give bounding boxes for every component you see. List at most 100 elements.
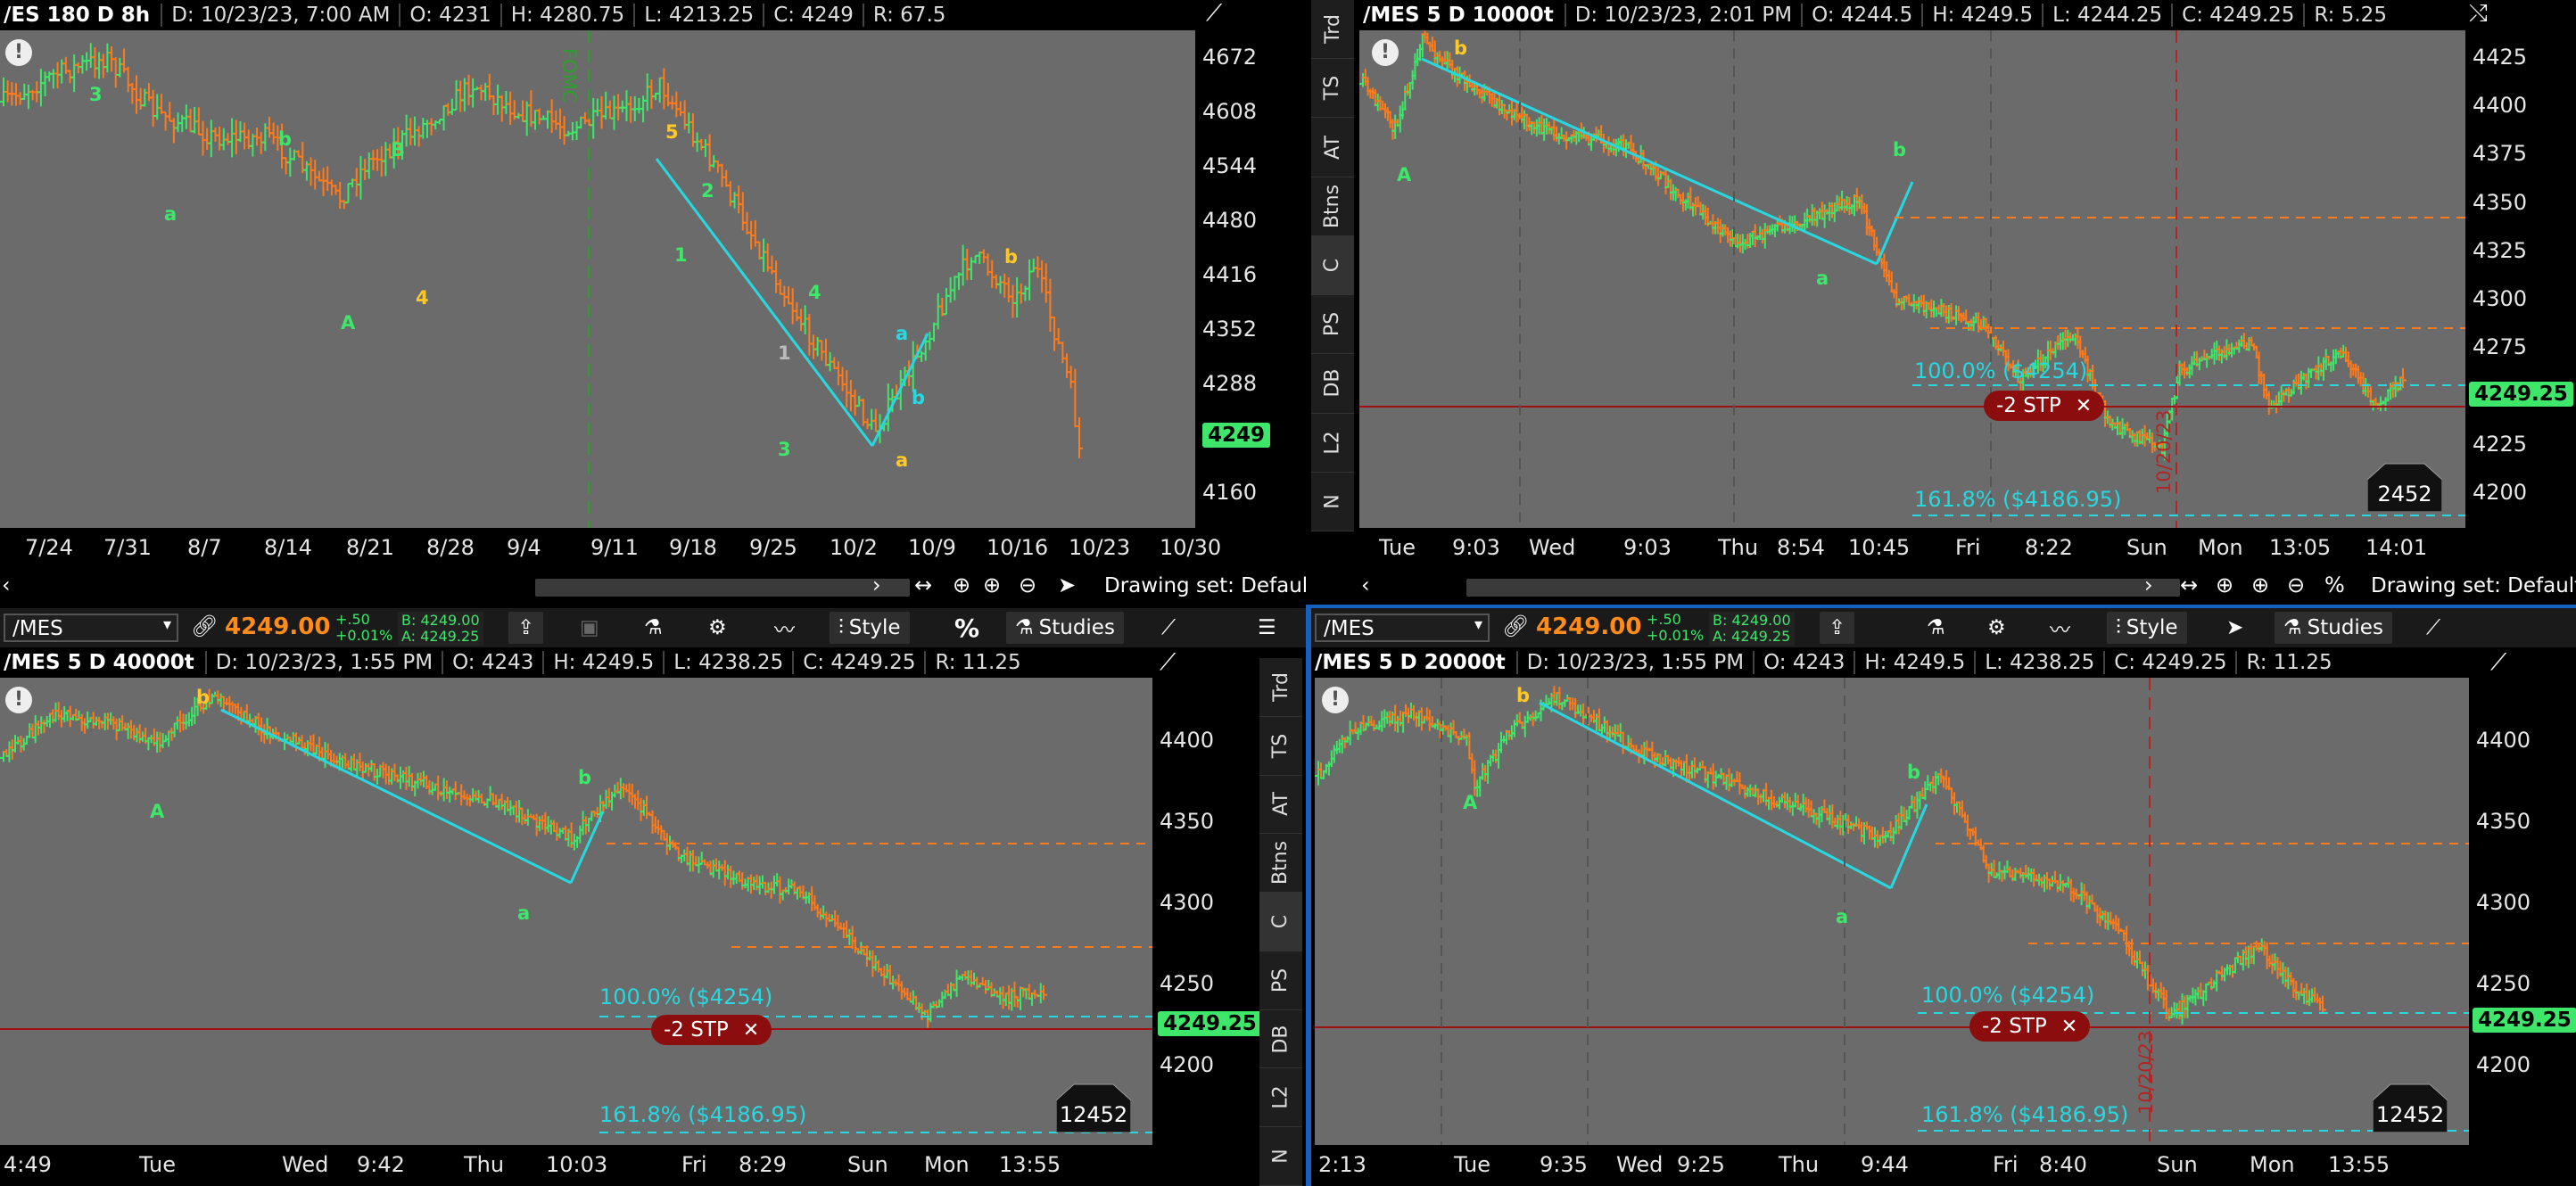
side-tab-l2[interactable]: L2: [1311, 414, 1354, 473]
percent-icon[interactable]: %: [2324, 572, 2345, 597]
scroll-thumb[interactable]: [535, 579, 910, 597]
close-icon[interactable]: ✕: [743, 1019, 759, 1042]
side-tab-ps[interactable]: PS: [1259, 951, 1302, 1010]
side-tab-btns[interactable]: Btns: [1311, 177, 1354, 236]
side-tab-n[interactable]: N: [1311, 473, 1354, 531]
zoom-out-icon[interactable]: ⊖: [1019, 572, 1036, 597]
side-tab-ps[interactable]: PS: [1311, 295, 1354, 355]
style-button[interactable]: ⫶ Style: [830, 612, 910, 644]
price-plot[interactable]: ! 3 a b B A 4 5 2 1 4 1 3 a a b b FOMC: [0, 30, 1195, 528]
style-button[interactable]: ⫶ Style: [2107, 612, 2187, 644]
price-plot[interactable]: ! bAba 100.0% ($4254) 161.8% ($4186.95) …: [0, 678, 1152, 1145]
scroll-left-icon[interactable]: ‹: [1361, 572, 1370, 597]
chevron-down-icon[interactable]: ▾: [1474, 615, 1482, 634]
side-tab-trd[interactable]: Trd: [1259, 658, 1302, 717]
scroll-left-icon[interactable]: ‹: [2, 572, 11, 597]
price-plot[interactable]: ! bAba 100.0% ($4254) 161.8% ($4186.95) …: [1315, 678, 2469, 1145]
close-icon[interactable]: ✕: [2061, 1016, 2077, 1038]
share-button[interactable]: ⇪: [1820, 612, 1855, 644]
scroll-thumb[interactable]: [1466, 579, 2180, 597]
crosshair-icon[interactable]: ⊕: [953, 572, 970, 597]
zoom-in-icon[interactable]: ⊕: [983, 572, 1001, 597]
price-axis[interactable]: 4400 4350 4300 4250 4200: [2469, 678, 2576, 1145]
cursor-icon: ➤: [2226, 616, 2244, 639]
time-tick: 8/21: [346, 535, 394, 560]
time-axis[interactable]: 4:49 Tue Wed 9:42 Thu 10:03 Fri 8:29 Sun Mon 13:55: [0, 1145, 1252, 1186]
alert-icon[interactable]: !: [1322, 687, 1349, 713]
price-axis[interactable]: 4425440043754350432543004275425042254200: [2465, 30, 2576, 528]
link-icon[interactable]: 🔗︎: [191, 614, 218, 638]
cursor-button[interactable]: ➤: [2217, 612, 2252, 644]
side-tab-ts[interactable]: TS: [1259, 717, 1302, 776]
expand-time-icon[interactable]: ↔: [2180, 572, 2198, 597]
flask-button[interactable]: ⚗: [635, 612, 672, 644]
symbol-selector[interactable]: /MES ▾: [4, 614, 178, 642]
side-tab-n[interactable]: N: [1259, 1127, 1302, 1186]
price-plot[interactable]: ! bAba 100.0% ($4254) 161.8% ($4186.95) …: [1359, 30, 2465, 528]
magnet-icon[interactable]: ⤭: [2469, 0, 2488, 28]
time-axis[interactable]: Tue 9:03 Wed 9:03 Thu 8:54 10:45 Fri 8:22 Sun Mon 1…: [1359, 528, 2465, 572]
drawing-tool-icon[interactable]: ⟋: [1160, 649, 1176, 677]
drawings-button[interactable]: ⟋: [2417, 612, 2449, 644]
drawing-tool-icon[interactable]: ⟋: [2490, 649, 2506, 677]
scroll-right-icon[interactable]: ›: [2144, 572, 2153, 597]
screenshot-button[interactable]: ▣: [571, 612, 608, 644]
side-tab-label: N: [1321, 494, 1344, 509]
side-tab-c[interactable]: C: [1259, 893, 1302, 951]
chart-symbol: /MES 5 D 40000t: [4, 651, 194, 674]
cursor-icon[interactable]: ➤: [1058, 572, 1076, 597]
share-button[interactable]: ⇪: [508, 612, 544, 644]
wave-button[interactable]: 〰: [765, 612, 804, 644]
drawings-button[interactable]: ⟋: [1152, 612, 1185, 644]
price-axis[interactable]: 467246084544448044164352428842244160: [1195, 30, 1306, 528]
settings-button[interactable]: ⚙: [699, 612, 736, 644]
side-tab-at[interactable]: AT: [1259, 776, 1302, 835]
drawing-set-selector[interactable]: Drawing set: Default: [2371, 574, 2576, 597]
symbol-input[interactable]: /MES: [1324, 617, 1375, 640]
settings-button[interactable]: ⚙: [1978, 612, 2015, 644]
percent-button[interactable]: %: [945, 612, 988, 644]
stop-order-pill[interactable]: -2 STP ✕: [1984, 391, 2105, 421]
side-tab-btns[interactable]: Btns: [1259, 834, 1302, 894]
symbol-selector[interactable]: /MES ▾: [1315, 614, 1490, 642]
close-icon[interactable]: ✕: [2076, 395, 2092, 417]
alert-icon[interactable]: !: [1372, 39, 1399, 66]
alert-icon[interactable]: !: [5, 39, 32, 66]
studies-button[interactable]: ⚗ Studies: [2275, 612, 2392, 644]
symbol-input[interactable]: /MES: [12, 617, 63, 640]
stop-order-pill[interactable]: -2 STP ✕: [651, 1015, 772, 1045]
thinkorswim-chart-grid: { "charts": [ { "id": "top_left", "heade…: [0, 0, 2576, 1186]
zoom-in-icon[interactable]: ⊕: [2251, 572, 2269, 597]
stop-order-pill[interactable]: -2 STP ✕: [1969, 1011, 2091, 1042]
side-tab-c[interactable]: C: [1311, 235, 1354, 296]
ask-price: A: 4249.25: [1713, 628, 1791, 645]
side-tab-ts[interactable]: TS: [1311, 59, 1354, 119]
crosshair-icon[interactable]: ⊕: [2216, 572, 2233, 597]
side-tab-db[interactable]: DB: [1311, 354, 1354, 414]
chevron-down-icon[interactable]: ▾: [163, 615, 171, 634]
side-tab-db[interactable]: DB: [1259, 1010, 1302, 1069]
stop-order-label: -2 STP: [1996, 394, 2061, 417]
drawing-tool-icon[interactable]: ⟋: [1206, 0, 1222, 28]
price-axis[interactable]: 4400 4350 4300 4250 4200: [1152, 678, 1252, 1145]
side-tab-trd[interactable]: Trd: [1311, 0, 1354, 60]
zoom-out-icon[interactable]: ⊖: [2287, 572, 2305, 597]
link-icon[interactable]: 🔗︎: [1502, 614, 1529, 638]
chart-scroll-bar[interactable]: ‹ › ↔ ⊕ ⊕ ⊖ ➤ Drawing set: Default: [0, 572, 1306, 603]
expand-time-icon[interactable]: ↔: [914, 572, 932, 597]
time-axis[interactable]: 2:13 Tue 9:35 Wed 9:25 Thu 9:44 Fri 8:40 Sun Mon 13…: [1311, 1145, 2576, 1186]
side-tab-at[interactable]: AT: [1311, 118, 1354, 177]
alert-icon[interactable]: !: [5, 687, 32, 713]
studies-label: Studies: [2307, 616, 2383, 639]
studies-button[interactable]: ⚗ Studies: [1006, 612, 1124, 644]
menu-button[interactable]: ☰: [1249, 612, 1285, 644]
side-tab-l2[interactable]: L2: [1259, 1068, 1302, 1128]
time-axis[interactable]: 7/24 7/31 8/7 8/14 8/21 8/28 9/4 9/11 9/18 9/25 10…: [0, 528, 1221, 572]
flask-button[interactable]: ⚗: [1918, 612, 1954, 644]
wave-button[interactable]: 〰: [2041, 612, 2079, 644]
volume-box: 12452: [2373, 1079, 2448, 1132]
side-tab-strip-top: Trd TS AT Btns C PS DB L2 N: [1311, 0, 1354, 531]
drawing-set-selector[interactable]: Drawing set: Default: [1104, 574, 1306, 597]
chart-scroll-bar[interactable]: ‹ › ↔ ⊕ ⊕ ⊖ % Drawing set: Default: [1359, 572, 2576, 603]
scroll-right-icon[interactable]: ›: [872, 572, 881, 597]
